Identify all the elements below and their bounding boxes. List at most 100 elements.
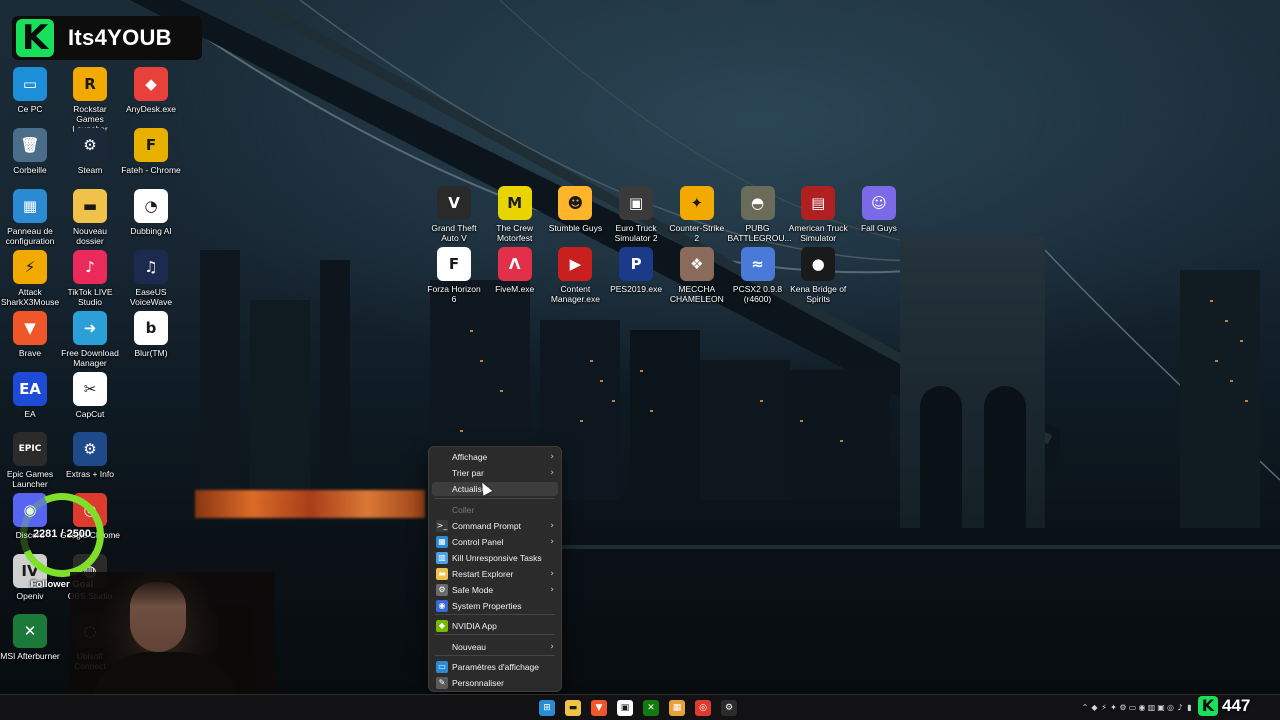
desktop-icon-steam[interactable]: ⚙ Steam	[60, 128, 120, 175]
context-menu-item-label: Coller	[452, 505, 475, 515]
context-menu-item-affichage[interactable]: Affichage ›	[432, 450, 558, 464]
context-menu-item-param-tres-d-affichage[interactable]: ▭ Paramètres d'affichage	[432, 660, 558, 674]
desktop-icon-dubbing-ai[interactable]: ◔ Dubbing AI	[121, 189, 181, 236]
desktop-icon-label: EA	[24, 409, 36, 419]
meccha-chameleon-icon: ❖	[679, 247, 714, 281]
desktop-icon-label: EaseUS VoiceWave	[129, 287, 173, 307]
desktop-icon-extras-info[interactable]: ⚙ Extras + Info	[60, 432, 120, 479]
context-menu-item-personnaliser[interactable]: ✎ Personnaliser	[432, 676, 558, 690]
context-menu-item-safe-mode[interactable]: ⚙ Safe Mode ›	[432, 583, 558, 597]
kick-logo-icon: K	[1198, 696, 1218, 716]
taskbar-chrome-icon[interactable]: ◎	[695, 700, 711, 716]
desktop-icon-forza-horizon-6[interactable]: F Forza Horizon 6	[424, 247, 484, 304]
tray-icon[interactable]: ♪	[1175, 703, 1185, 713]
context-menu-item-actualiser[interactable]: Actualiser	[432, 482, 558, 496]
context-menu-item-system-properties[interactable]: ◉ System Properties	[432, 599, 558, 613]
tray-icon[interactable]: ✦	[1109, 703, 1119, 713]
tray-icon[interactable]: ▭	[1128, 703, 1138, 713]
tray-icon[interactable]: ▥	[1147, 703, 1157, 713]
tray-icon[interactable]: ◆	[1090, 703, 1100, 713]
pubg-battlegrou-icon: ◓	[740, 186, 775, 220]
ea-icon: EA	[13, 372, 47, 406]
desktop-icon-ce-pc[interactable]: ▭ Ce PC	[0, 67, 60, 114]
taskbar-file-explorer-icon[interactable]: ▬	[565, 700, 581, 716]
bridge-tower	[900, 236, 1045, 536]
desktop-icon-easeus-voicewave[interactable]: ♫ EaseUS VoiceWave	[121, 250, 181, 307]
streamer-head	[130, 582, 186, 652]
desktop-icon-anydesk-exe[interactable]: ◆ AnyDesk.exe	[121, 67, 181, 114]
desktop-icon-content-manager-exe[interactable]: ▶ Content Manager.exe	[545, 247, 605, 304]
desktop-icon-pubg-battlegrou[interactable]: ◓ PUBG BATTLEGROU...	[728, 186, 792, 243]
desktop-icon-tiktok-live-studio[interactable]: ♪ TikTok LIVE Studio	[60, 250, 120, 307]
desktop-icon-kena-bridge-of-spirits[interactable]: ● Kena Bridge of Spirits	[788, 247, 848, 304]
desktop-icon-msi-afterburner[interactable]: ✕ MSI Afterburner	[0, 614, 60, 661]
desktop-icon-attack-sharkx3mouse[interactable]: ⚡ Attack SharkX3Mouse	[0, 250, 60, 307]
context-menu-item-nvidia-app[interactable]: ◆ NVIDIA App	[432, 619, 558, 633]
desktop-icon-stumble-guys[interactable]: ☻ Stumble Guys	[545, 186, 605, 233]
desktop-icon-label: American Truck Simulator	[788, 223, 848, 243]
desktop-icon-label: Euro Truck Simulator 2	[614, 223, 658, 243]
desktop-icon-blur-tm[interactable]: b Blur(TM)	[121, 311, 181, 358]
desktop-icon-american-truck-simulator[interactable]: ▤ American Truck Simulator	[788, 186, 848, 243]
desktop-context-menu: Affichage › Trier par › Actualiser Coller >_ Co…	[428, 446, 562, 692]
rockstar-games-launcher-icon: R	[73, 67, 107, 101]
kill-unresponsive-tasks-icon: ▥	[436, 552, 448, 564]
context-menu-item-nouveau[interactable]: Nouveau ›	[432, 640, 558, 654]
desktop-icon-label: MSI Afterburner	[0, 651, 60, 661]
desktop-icon-rockstar-games-launcher[interactable]: RRockstar Games Launcher	[60, 67, 120, 134]
desktop-icon-counter-strike-2[interactable]: ✦ Counter-Strike 2	[667, 186, 727, 243]
desktop-icon-grand-theft-auto-v[interactable]: V Grand Theft Auto V	[424, 186, 484, 243]
desktop-icon-pes2019-exe[interactable]: P PES2019.exe	[606, 247, 666, 294]
desktop-icon-epic-games-launcher[interactable]: EPIC Epic Games Launcher	[0, 432, 60, 489]
taskbar-start-icon[interactable]: ⊞	[539, 700, 555, 716]
desktop-icon-corbeille[interactable]: 🗑 Corbeille	[0, 128, 60, 175]
context-menu-item-label: Affichage	[452, 452, 488, 462]
desktop-icon-nouveau-dossier[interactable]: ▬ Nouveau dossier	[60, 189, 120, 246]
desktop-icon-panneau-de-configuration[interactable]: ▦ Panneau de configuration	[0, 189, 60, 246]
tray-icon[interactable]: ◉	[1137, 703, 1147, 713]
capcut-icon: ✂	[73, 372, 107, 406]
extras-info-icon: ⚙	[73, 432, 107, 466]
desktop-icon-fivem-exe[interactable]: Λ FiveM.exe	[485, 247, 545, 294]
desktop-icon-fall-guys[interactable]: ☺ Fall Guys	[849, 186, 909, 233]
tray-icon[interactable]: ▣	[1156, 703, 1166, 713]
desktop-icon-label: Content Manager.exe	[550, 284, 600, 304]
tray-icon[interactable]: ⌃	[1080, 703, 1090, 713]
desktop-icon-brave[interactable]: ▼ Brave	[0, 311, 60, 358]
desktop-icon-meccha-chameleon[interactable]: ❖ MECCHA CHAMELEON	[667, 247, 727, 304]
desktop-icon-label: Steam	[77, 165, 103, 175]
desktop-icon-capcut[interactable]: ✂ CapCut	[60, 372, 120, 419]
context-menu-item-command-prompt[interactable]: >_ Command Prompt ›	[432, 519, 558, 533]
channel-name: Its4YOUB	[68, 25, 172, 50]
desktop-icon-label: Corbeille	[13, 165, 47, 175]
desktop-icon-pcsx2-0-9-8-r4600[interactable]: ≈ PCSX2 0.9.8 (r4600)	[728, 247, 788, 304]
context-menu-item-kill-unresponsive-tasks[interactable]: ▥ Kill Unresponsive Tasks	[432, 551, 558, 565]
taskbar-brave-icon[interactable]: ▼	[591, 700, 607, 716]
tray-icon[interactable]: ▮	[1185, 703, 1195, 713]
desktop-icon-fateh-chrome[interactable]: F Fateh - Chrome	[121, 128, 181, 175]
context-menu-item-trier-par[interactable]: Trier par ›	[432, 466, 558, 480]
desktop-icon-label: Nouveau dossier	[72, 226, 108, 246]
viewer-count-badge: K 447	[1198, 693, 1268, 719]
taskbar-store-icon[interactable]: ▣	[617, 700, 633, 716]
desktop-icon-ea[interactable]: EA EA	[0, 372, 60, 419]
chevron-right-icon: ›	[550, 569, 554, 579]
safe-mode-icon: ⚙	[436, 584, 448, 596]
desktop-icon-the-crew-motorfest[interactable]: M The Crew Motorfest	[485, 186, 545, 243]
pes2019-exe-icon: P	[619, 247, 654, 281]
taskbar-xbox-icon[interactable]: ✕	[643, 700, 659, 716]
desktop-icon-free-download-manager[interactable]: ➜ Free Download Manager	[60, 311, 120, 368]
taskbar-photos-icon[interactable]: ▦	[669, 700, 685, 716]
kena-bridge-of-spirits-icon: ●	[801, 247, 836, 281]
tray-icon[interactable]: ◎	[1166, 703, 1176, 713]
desktop-icon-label: Grand Theft Auto V	[431, 223, 477, 243]
tray-icon[interactable]: ⚙	[1118, 703, 1128, 713]
context-menu-item-restart-explorer[interactable]: ▬ Restart Explorer ›	[432, 567, 558, 581]
tray-icon[interactable]: ⚡	[1099, 703, 1109, 713]
context-menu-item-control-panel[interactable]: ▦ Control Panel ›	[432, 535, 558, 549]
desktop-icon-label: TikTok LIVE Studio	[67, 287, 113, 307]
desktop-icon-label: CapCut	[75, 409, 105, 419]
taskbar-steam-icon[interactable]: ⚙	[721, 700, 737, 716]
context-menu-item-label: Kill Unresponsive Tasks	[452, 553, 542, 563]
desktop-icon-euro-truck-simulator-2[interactable]: ▣ Euro Truck Simulator 2	[606, 186, 666, 243]
